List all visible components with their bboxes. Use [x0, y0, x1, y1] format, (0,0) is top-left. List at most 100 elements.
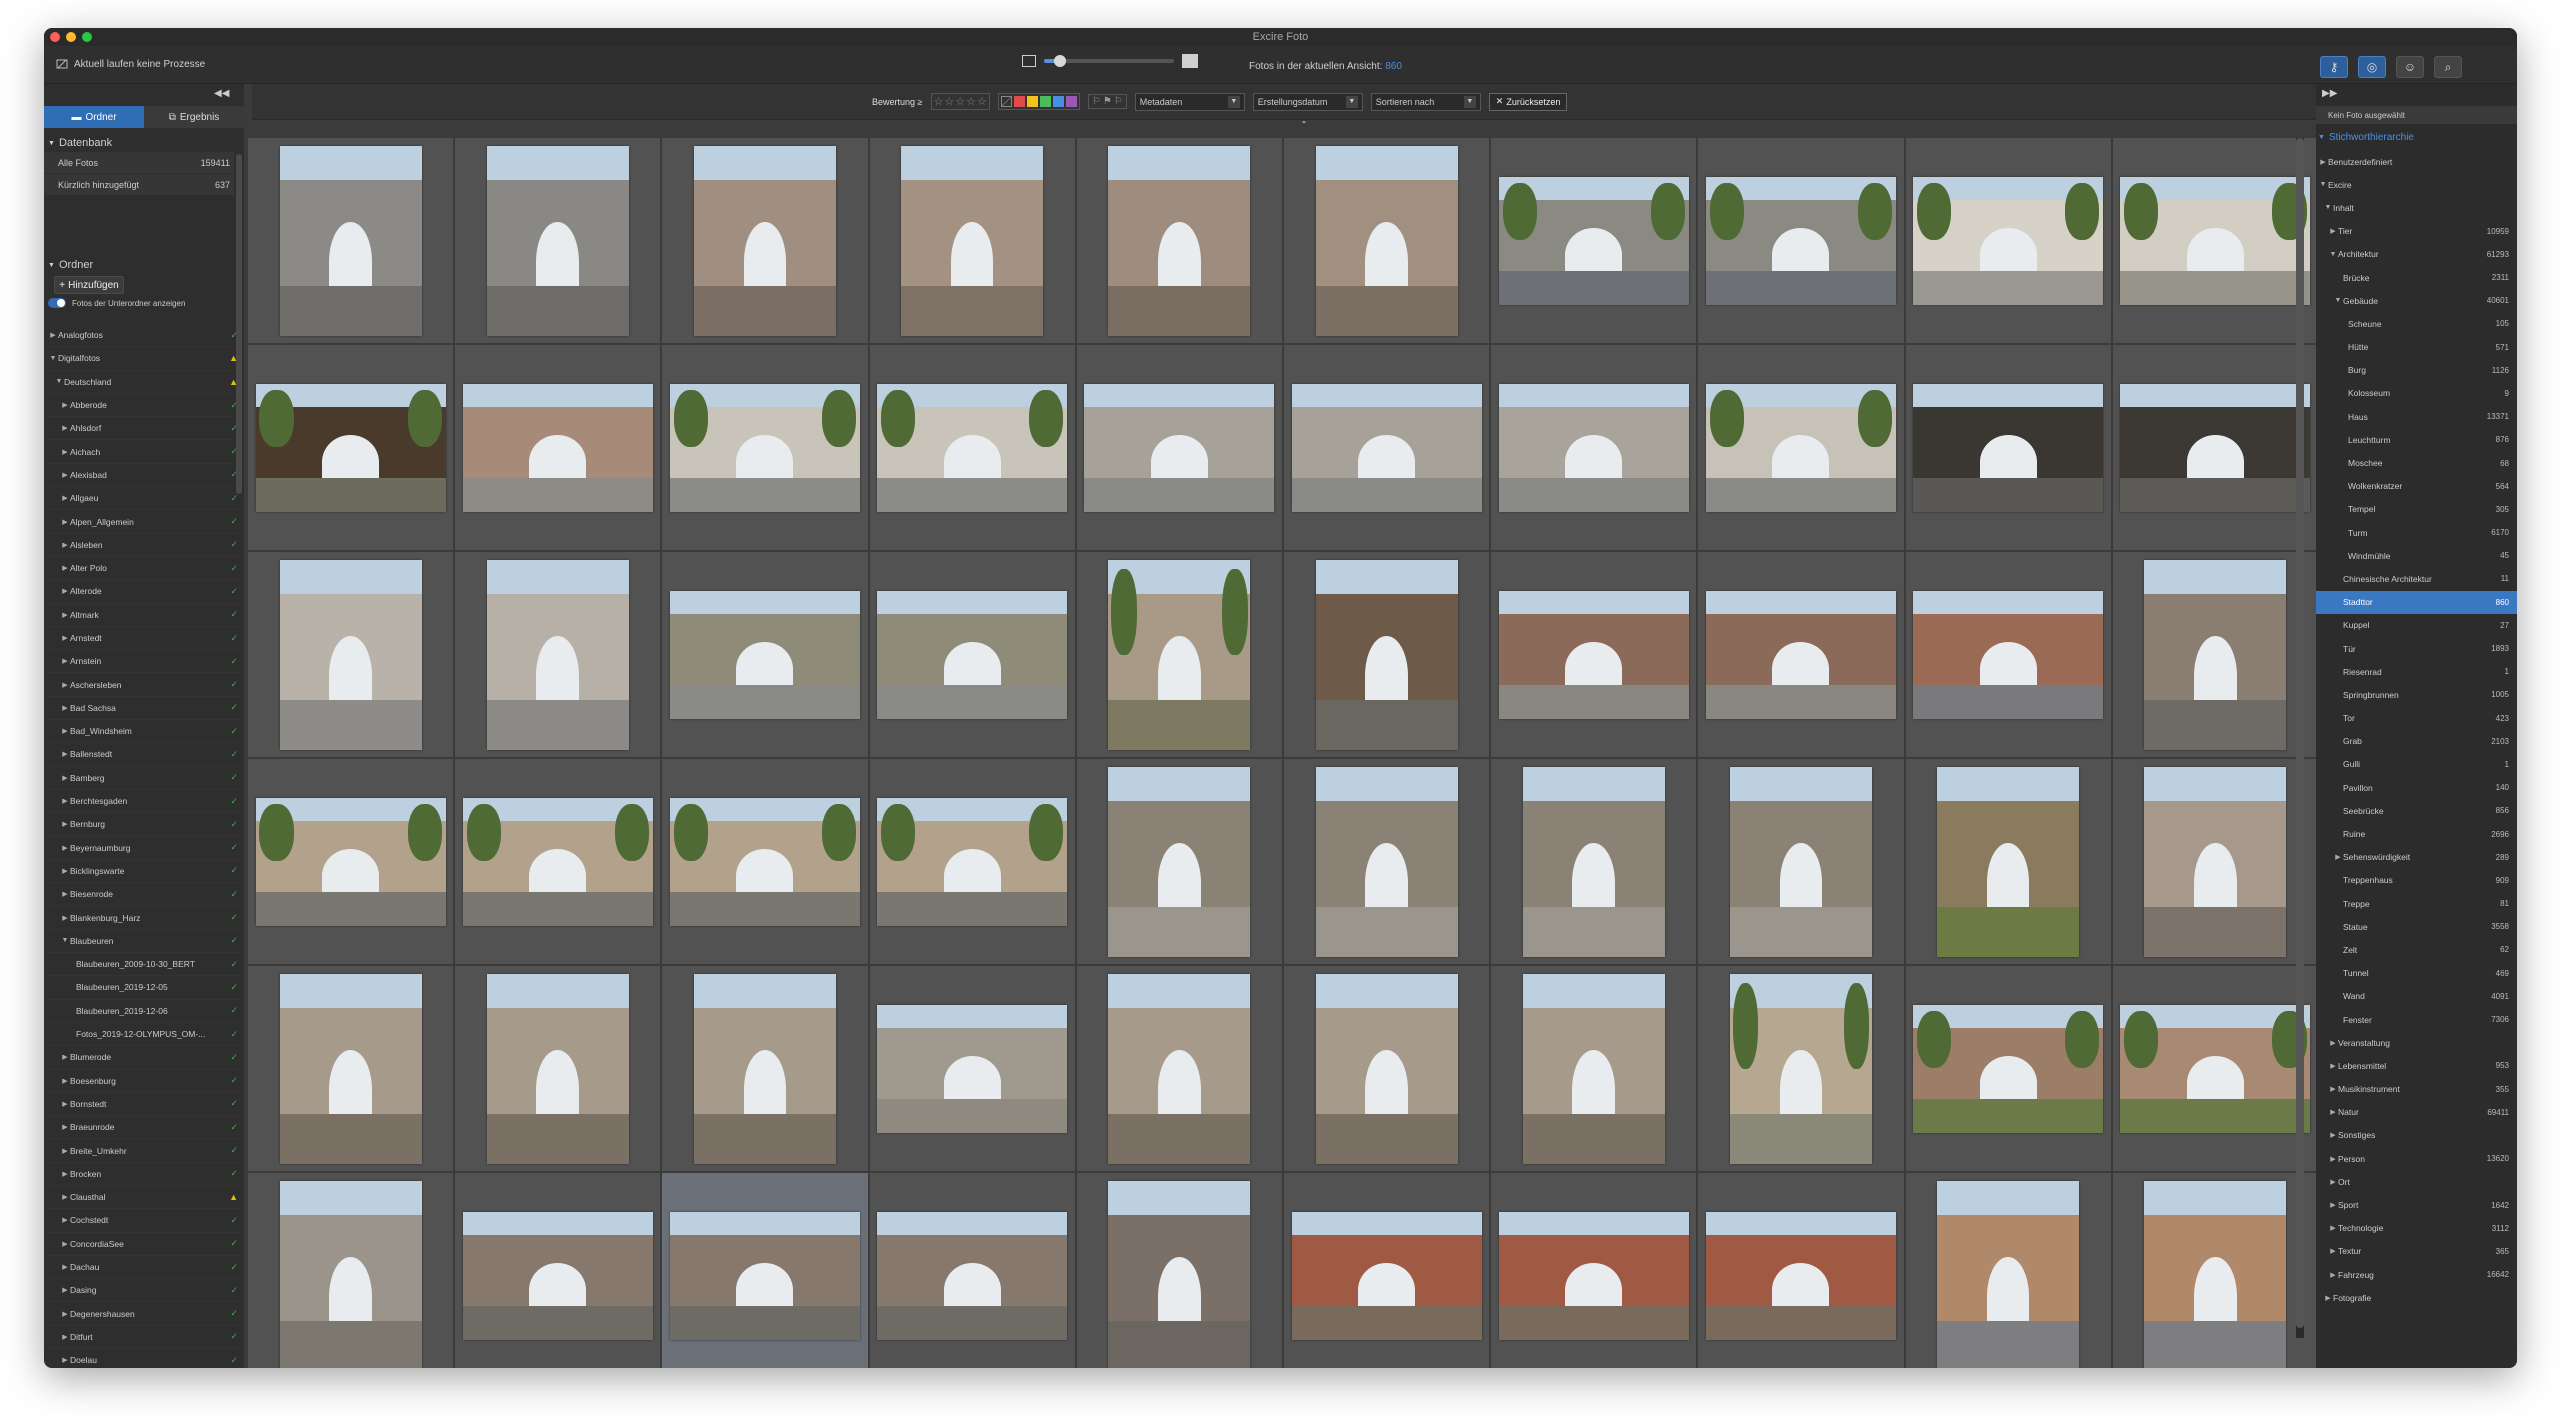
- color-swatch[interactable]: [1052, 96, 1064, 107]
- chevron-right-icon[interactable]: ▶: [60, 914, 70, 922]
- chevron-right-icon[interactable]: ▶: [60, 1216, 70, 1224]
- photo-thumbnail[interactable]: [1108, 559, 1251, 750]
- keyword-item[interactable]: Gulli 1: [2316, 753, 2517, 776]
- photo-thumbnail[interactable]: [669, 590, 860, 719]
- chevron-right-icon[interactable]: ▶: [60, 1310, 70, 1318]
- chevron-right-icon[interactable]: ▶: [60, 1170, 70, 1178]
- dropdown-metadaten[interactable]: Metadaten ▼: [1134, 92, 1245, 111]
- keyword-item[interactable]: Seebrücke 856: [2316, 799, 2517, 822]
- folder-item[interactable]: ▶ Altmark ✓: [44, 604, 244, 627]
- photo-cell[interactable]: [1698, 552, 1904, 757]
- chevron-right-icon[interactable]: ▶: [2318, 158, 2328, 166]
- dropdown-sortieren-nach[interactable]: Sortieren nach ▼: [1370, 92, 1481, 111]
- folder-item[interactable]: ▶ Alpen_Allgemein ✓: [44, 510, 244, 534]
- folder-item[interactable]: ▶ Ditfurt ✓: [44, 1326, 244, 1350]
- add-folder-button[interactable]: + Hinzufügen: [54, 276, 124, 294]
- keyword-item[interactable]: Wolkenkratzer 564: [2316, 475, 2517, 498]
- photo-cell[interactable]: [1491, 759, 1697, 964]
- folder-item[interactable]: ▶ Analogfotos ✓: [44, 324, 244, 348]
- photo-thumbnail[interactable]: [877, 1211, 1068, 1340]
- chevron-right-icon[interactable]: ▶: [2328, 1108, 2338, 1116]
- photo-cell[interactable]: [1283, 138, 1490, 343]
- chevron-right-icon[interactable]: ▶: [2328, 1062, 2338, 1070]
- folder-item[interactable]: ▶ Brocken ✓: [44, 1163, 244, 1186]
- chevron-right-icon[interactable]: ▶: [60, 774, 70, 782]
- folder-item[interactable]: ▶ Bicklingswarte ✓: [44, 860, 244, 884]
- keyword-item[interactable]: ▶ Tier 10959: [2316, 220, 2517, 243]
- keyword-item[interactable]: Haus 13371: [2316, 405, 2517, 428]
- folder-item[interactable]: ▶ Blankenburg_Harz ✓: [44, 906, 244, 930]
- photo-cell[interactable]: [1491, 138, 1697, 343]
- photo-cell[interactable]: [1698, 759, 1904, 964]
- folder-item[interactable]: ▶ Dasing ✓: [44, 1279, 244, 1303]
- folder-item[interactable]: Fotos_2019-12-OLYMPUS_OM-... ✓: [44, 1023, 244, 1047]
- keyword-item[interactable]: ▶ Benutzerdefiniert: [2316, 150, 2517, 173]
- photo-thumbnail[interactable]: [1522, 973, 1665, 1164]
- photo-cell[interactable]: [1283, 552, 1490, 757]
- folder-item[interactable]: Blaubeuren_2019-12-06 ✓: [44, 1000, 244, 1023]
- chevron-right-icon[interactable]: ▶: [60, 587, 70, 595]
- chevron-right-icon[interactable]: ▶: [2328, 1224, 2338, 1232]
- keyword-item[interactable]: Stadttor 860: [2316, 590, 2517, 614]
- photo-cell[interactable]: [869, 552, 1075, 757]
- chevron-right-icon[interactable]: ▶: [2328, 1085, 2338, 1093]
- keyword-item[interactable]: ▶ Natur 69411: [2316, 1101, 2517, 1124]
- chevron-right-icon[interactable]: ▶: [2328, 1155, 2338, 1163]
- folder-item[interactable]: ▶ Beyernaumburg ✓: [44, 837, 244, 860]
- photo-cell[interactable]: [1076, 138, 1282, 343]
- keyword-item[interactable]: ▶ Person 13620: [2316, 1147, 2517, 1170]
- subfolder-toggle[interactable]: [48, 298, 66, 308]
- photo-cell[interactable]: [1905, 138, 2111, 343]
- photo-thumbnail[interactable]: [486, 973, 629, 1164]
- photo-thumbnail[interactable]: [462, 797, 653, 926]
- chevron-right-icon[interactable]: ▶: [60, 1356, 70, 1364]
- photo-cell[interactable]: [2112, 1173, 2318, 1368]
- chevron-right-icon[interactable]: ▶: [60, 750, 70, 758]
- folder-item[interactable]: ▶ Abberode ✓: [44, 394, 244, 418]
- keyword-item[interactable]: Brücke 2311: [2316, 266, 2517, 289]
- chevron-right-icon[interactable]: ▶: [2323, 1294, 2333, 1302]
- chevron-right-icon[interactable]: ▶: [60, 448, 70, 456]
- photo-cell[interactable]: [1076, 552, 1282, 757]
- photo-thumbnail[interactable]: [2120, 176, 2311, 305]
- photo-cell[interactable]: [1905, 552, 2111, 757]
- photo-cell[interactable]: [248, 1173, 454, 1368]
- chevron-right-icon[interactable]: ▶: [60, 634, 70, 642]
- photo-cell[interactable]: [1698, 1173, 1904, 1368]
- photo-thumbnail[interactable]: [1108, 145, 1251, 336]
- photo-thumbnail[interactable]: [2120, 383, 2311, 512]
- keyword-item[interactable]: Tunnel 469: [2316, 962, 2517, 985]
- chevron-down-icon[interactable]: ▼: [48, 355, 58, 362]
- photo-thumbnail[interactable]: [1729, 766, 1872, 957]
- photo-thumbnail[interactable]: [486, 145, 629, 336]
- chevron-down-icon[interactable]: ▼: [54, 378, 64, 385]
- photo-cell[interactable]: [2112, 552, 2318, 757]
- photo-thumbnail[interactable]: [1705, 383, 1896, 512]
- chevron-right-icon[interactable]: ▶: [60, 424, 70, 432]
- chevron-right-icon[interactable]: ▶: [2328, 1131, 2338, 1139]
- database-row[interactable]: Kürzlich hinzugefügt 637: [44, 174, 234, 196]
- photo-cell[interactable]: [1076, 759, 1282, 964]
- photo-cell[interactable]: [1491, 552, 1697, 757]
- chevron-down-icon[interactable]: ▼: [60, 937, 70, 944]
- chevron-right-icon[interactable]: ▶: [60, 611, 70, 619]
- folder-item[interactable]: ▶ Ballenstedt ✓: [44, 743, 244, 767]
- key-search-icon[interactable]: ⚷: [2320, 56, 2348, 78]
- slider-knob[interactable]: [1053, 55, 1066, 67]
- photo-thumbnail[interactable]: [1315, 145, 1458, 336]
- chevron-right-icon[interactable]: ▶: [60, 564, 70, 572]
- folder-item[interactable]: ▶ Bornstedt ✓: [44, 1093, 244, 1117]
- photo-cell[interactable]: [2112, 966, 2318, 1171]
- photo-thumbnail[interactable]: [669, 383, 860, 512]
- folder-item[interactable]: ▶ Biesenrode ✓: [44, 883, 244, 907]
- chevron-up-icon[interactable]: ⌃: [1279, 120, 1329, 130]
- folder-item[interactable]: ▶ Bad Sachsa ✓: [44, 697, 244, 721]
- folder-item[interactable]: ▶ Braeunrode ✓: [44, 1116, 244, 1140]
- star-icon[interactable]: ☆: [944, 95, 954, 108]
- star-icon[interactable]: ☆: [977, 95, 987, 108]
- photo-thumbnail[interactable]: [1108, 973, 1251, 1164]
- database-heading[interactable]: ▼ Datenbank: [44, 134, 234, 152]
- photo-thumbnail[interactable]: [669, 797, 860, 926]
- photo-cell[interactable]: [1076, 345, 1282, 550]
- photo-thumbnail[interactable]: [693, 973, 836, 1164]
